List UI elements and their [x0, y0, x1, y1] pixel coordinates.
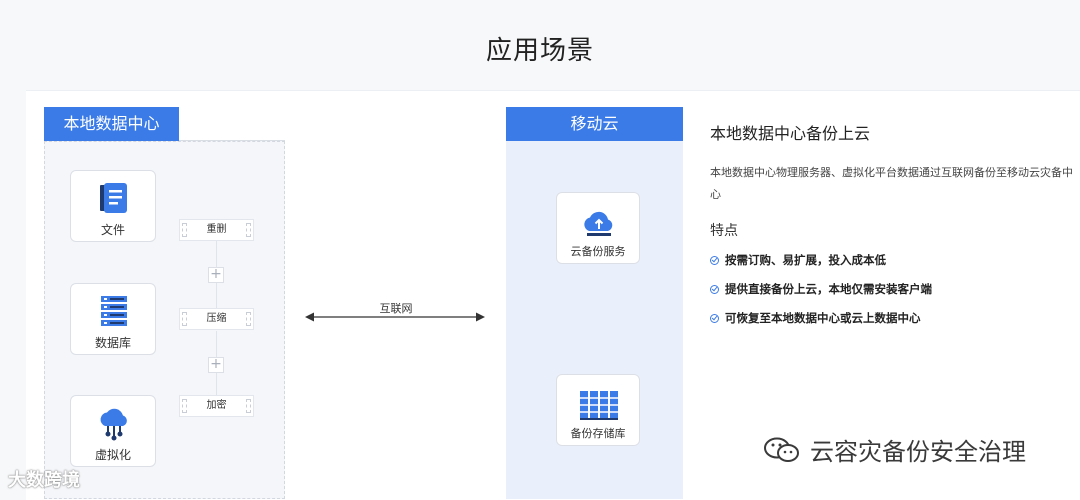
- watermark-left: 大数跨境: [8, 470, 80, 491]
- process-step-encrypt: 加密: [179, 395, 254, 417]
- divider: [179, 140, 285, 141]
- source-label: 文件: [100, 223, 125, 237]
- service-label: 备份存储库: [570, 427, 626, 440]
- source-label: 数据库: [94, 336, 131, 350]
- cloud-header: 移动云: [506, 107, 683, 141]
- scenario-title: 本地数据中心备份上云: [710, 124, 871, 143]
- process-step-compress: 压缩: [179, 308, 254, 330]
- scenario-description: 本地数据中心物理服务器、虚拟化平台数据通过互联网备份至移动云灾备中心: [710, 166, 1073, 201]
- feature-text: 按需订购、易扩展，投入成本低: [725, 253, 886, 267]
- database-icon: [101, 296, 127, 326]
- service-card-cloud-backup: 云备份服务: [556, 192, 640, 264]
- features-heading: 特点: [710, 223, 738, 239]
- connector-line: [216, 331, 217, 358]
- document-icon: [100, 183, 127, 213]
- feature-item: 按需订购、易扩展，投入成本低: [710, 252, 886, 268]
- wechat-icon: [764, 437, 799, 462]
- cloud-upload-icon: [584, 211, 613, 236]
- service-label: 云备份服务: [570, 245, 626, 258]
- local-datacenter-header: 本地数据中心: [44, 107, 179, 141]
- source-card-virtualization: 虚拟化: [70, 395, 156, 467]
- service-card-backup-storage: 备份存储库: [556, 374, 640, 446]
- check-circle-icon: [710, 285, 719, 294]
- plus-icon: +: [208, 357, 224, 373]
- feature-text: 可恢复至本地数据中心或云上数据中心: [725, 311, 921, 325]
- bidirectional-arrow-icon: [305, 312, 485, 322]
- connector-line: [216, 241, 217, 269]
- process-step-dedupe: 重删: [179, 219, 254, 241]
- storage-rack-icon: [580, 391, 618, 420]
- connector-line: [216, 373, 217, 395]
- feature-item: 可恢复至本地数据中心或云上数据中心: [710, 310, 921, 326]
- source-card-database: 数据库: [70, 283, 156, 355]
- page-title: 应用场景: [485, 36, 594, 66]
- feature-text: 提供直接备份上云，本地仅需安装客户端: [725, 282, 932, 296]
- watermark-text: 云容灾备份安全治理: [810, 438, 1026, 466]
- check-circle-icon: [710, 256, 719, 265]
- watermark-right: 云容灾备份安全治理: [762, 432, 1026, 467]
- source-label: 虚拟化: [94, 448, 131, 462]
- source-card-file: 文件: [70, 170, 156, 242]
- plus-icon: +: [208, 267, 224, 283]
- cloud-network-icon: [100, 408, 127, 441]
- feature-item: 提供直接备份上云，本地仅需安装客户端: [710, 281, 932, 297]
- check-circle-icon: [710, 314, 719, 323]
- connector-line: [216, 283, 217, 308]
